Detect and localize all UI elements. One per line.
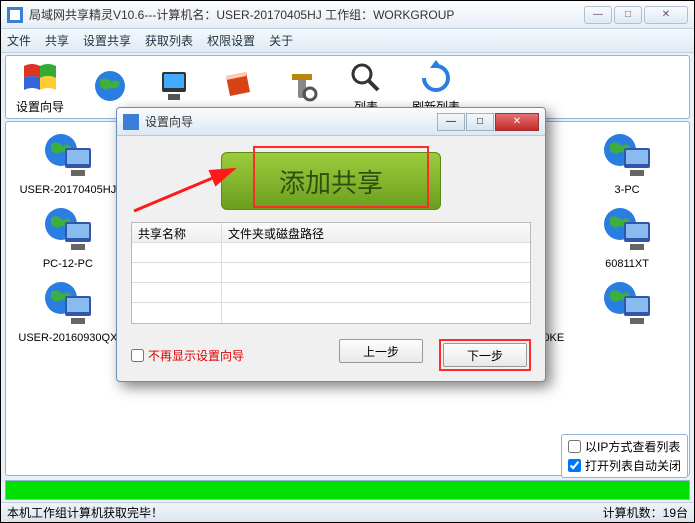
progress-bar	[5, 480, 690, 500]
refresh-icon	[418, 60, 454, 96]
menu-get-list[interactable]: 获取列表	[145, 32, 193, 49]
statusbar: 本机工作组计算机获取完毕！ 计算机数：19台	[1, 502, 694, 522]
main-titlebar: 局域网共享精灵V10.6---计算机名：USER-20170405HJ 工作组：…	[1, 1, 694, 29]
dialog-titlebar: 设置向导 — □ ✕	[117, 108, 545, 136]
col-share-path: 文件夹或磁盘路径	[222, 223, 530, 242]
app-icon	[7, 7, 23, 23]
menu-file[interactable]: 文件	[7, 32, 31, 49]
tool-wizard[interactable]: 设置向导	[16, 60, 64, 115]
highlight-marker: 下一步	[439, 339, 531, 371]
table-row[interactable]	[132, 303, 530, 323]
windows-flag-icon	[22, 60, 58, 96]
computer-count: 计算机数：19台	[603, 504, 688, 521]
computer-item[interactable]: USER-20160930QX	[16, 280, 120, 344]
dialog-close-button[interactable]: ✕	[495, 113, 539, 131]
ip-view-checkbox[interactable]: 以IP方式查看列表	[568, 438, 681, 455]
tool-globe[interactable]	[92, 68, 128, 106]
table-row[interactable]	[132, 263, 530, 283]
next-button[interactable]: 下一步	[443, 343, 527, 367]
col-share-name: 共享名称	[132, 223, 222, 242]
tools-icon	[284, 68, 320, 104]
computer-globe-icon	[41, 280, 95, 328]
computer-globe-icon	[41, 132, 95, 180]
computer-icon	[156, 68, 192, 104]
book-icon	[220, 68, 256, 104]
computer-label: 60811XT	[605, 258, 649, 270]
computer-globe-icon	[41, 206, 95, 254]
menubar: 文件 共享 设置共享 获取列表 权限设置 关于	[1, 29, 694, 53]
table-row[interactable]	[132, 243, 530, 263]
computer-label: PC-12-PC	[43, 258, 93, 270]
computer-label: 3-PC	[615, 184, 640, 196]
dialog-icon	[123, 114, 139, 130]
wizard-dialog: 设置向导 — □ ✕ 添加共享 共享名称 文件夹或磁盘路径 不再显示设置向导 上…	[116, 107, 546, 382]
dont-show-checkbox[interactable]: 不再显示设置向导	[131, 347, 244, 364]
globe-icon	[92, 68, 128, 104]
computer-item[interactable]: PC-12-PC	[16, 206, 120, 270]
tool-book[interactable]	[220, 68, 256, 106]
tool-tools[interactable]	[284, 68, 320, 106]
dialog-minimize-button[interactable]: —	[437, 113, 465, 131]
computer-item[interactable]	[575, 280, 679, 344]
tool-label: 设置向导	[16, 98, 64, 115]
computer-globe-icon	[600, 206, 654, 254]
close-button[interactable]: ✕	[644, 6, 688, 24]
view-options: 以IP方式查看列表 打开列表自动关闭	[561, 434, 688, 478]
computer-item[interactable]: 3-PC	[575, 132, 679, 196]
window-title: 局域网共享精灵V10.6---计算机名：USER-20170405HJ 工作组：…	[29, 6, 584, 23]
magnifier-icon	[348, 60, 384, 96]
computer-item[interactable]: 60811XT	[575, 206, 679, 270]
menu-about[interactable]: 关于	[269, 32, 293, 49]
table-header: 共享名称 文件夹或磁盘路径	[132, 223, 530, 243]
share-table: 共享名称 文件夹或磁盘路径	[131, 222, 531, 324]
computer-globe-icon	[600, 280, 654, 328]
menu-set-share[interactable]: 设置共享	[83, 32, 131, 49]
auto-close-checkbox[interactable]: 打开列表自动关闭	[568, 457, 681, 474]
dialog-title: 设置向导	[145, 113, 436, 130]
menu-permissions[interactable]: 权限设置	[207, 32, 255, 49]
table-row[interactable]	[132, 283, 530, 303]
status-text: 本机工作组计算机获取完毕！	[7, 504, 163, 521]
computer-item[interactable]: USER-20170405HJ	[16, 132, 120, 196]
computer-label: USER-20160930QX	[18, 332, 117, 344]
prev-button[interactable]: 上一步	[339, 339, 423, 363]
computer-label: USER-20170405HJ	[20, 184, 117, 196]
maximize-button[interactable]: □	[614, 6, 642, 24]
tool-computer[interactable]	[156, 68, 192, 106]
dialog-maximize-button[interactable]: □	[466, 113, 494, 131]
add-share-button[interactable]: 添加共享	[221, 152, 441, 210]
computer-globe-icon	[600, 132, 654, 180]
menu-share[interactable]: 共享	[45, 32, 69, 49]
minimize-button[interactable]: —	[584, 6, 612, 24]
